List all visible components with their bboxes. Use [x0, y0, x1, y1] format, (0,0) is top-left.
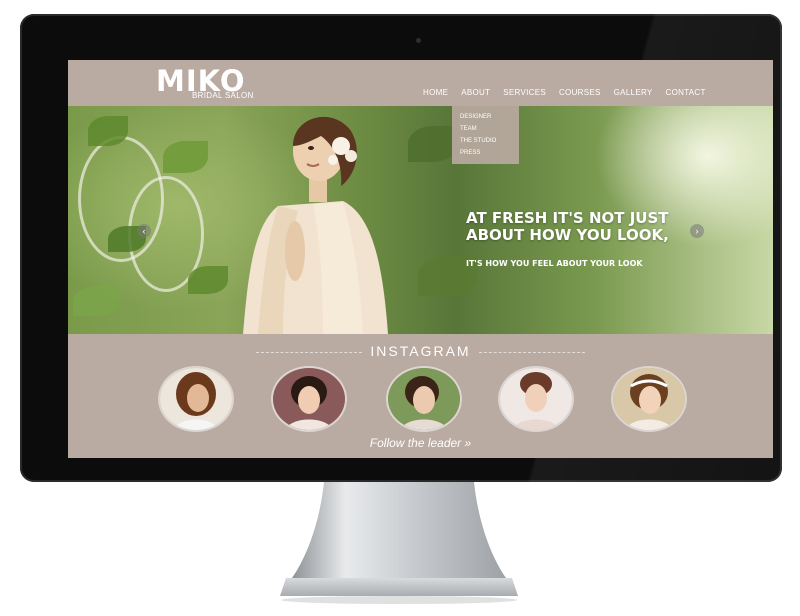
about-dropdown-menu: DESIGNER TEAM THE STUDIO PRESS — [452, 106, 519, 164]
portrait-image — [500, 368, 572, 430]
webcam-icon — [416, 38, 421, 43]
follow-the-leader-link[interactable]: Follow the leader » — [68, 436, 773, 450]
divider-line-right — [479, 352, 585, 353]
nav-item-courses[interactable]: COURSES — [559, 88, 601, 97]
hero-headline-line1: AT FRESH IT'S NOT JUST — [466, 209, 669, 227]
website-screen: MIKO BRIDAL SALON HOME ABOUT SERVICES CO… — [68, 60, 773, 458]
chevron-left-icon: ‹ — [142, 226, 146, 236]
leaf-decoration — [88, 116, 128, 146]
slider-next-button[interactable]: › — [690, 224, 704, 238]
hero-slider: DESIGNER TEAM THE STUDIO PRESS AT FRESH … — [68, 106, 773, 334]
instagram-photo-2[interactable] — [271, 366, 347, 432]
monitor-bezel: MIKO BRIDAL SALON HOME ABOUT SERVICES CO… — [20, 14, 782, 482]
nav-item-services[interactable]: SERVICES — [503, 88, 546, 97]
nav-item-gallery[interactable]: GALLERY — [614, 88, 653, 97]
dropdown-item-team[interactable]: TEAM — [452, 123, 519, 135]
dropdown-item-press[interactable]: PRESS — [452, 147, 519, 159]
hero-subheadline: IT'S HOW YOU FEEL ABOUT YOUR LOOK — [466, 259, 643, 268]
site-tagline: BRIDAL SALON — [192, 91, 254, 100]
portrait-image — [388, 368, 460, 430]
instagram-photo-3[interactable] — [386, 366, 462, 432]
portrait-image — [273, 368, 345, 430]
leaf-decoration — [73, 286, 119, 316]
dropdown-item-the-studio[interactable]: THE STUDIO — [452, 135, 519, 147]
main-nav: HOME ABOUT SERVICES COURSES GALLERY CONT… — [423, 88, 719, 97]
chevron-right-icon: › — [695, 226, 699, 236]
hero-headline-line2: ABOUT HOW YOU LOOK, — [466, 226, 669, 244]
instagram-photo-5[interactable] — [611, 366, 687, 432]
leaf-decoration — [408, 126, 458, 162]
portrait-image — [160, 368, 232, 430]
nav-item-about[interactable]: ABOUT — [461, 88, 490, 97]
portrait-image — [613, 368, 685, 430]
leaf-decoration — [163, 141, 208, 173]
slider-prev-button[interactable]: ‹ — [137, 224, 151, 238]
bride-photo — [243, 116, 388, 334]
leaf-decoration — [188, 266, 228, 294]
nav-item-contact[interactable]: CONTACT — [666, 88, 706, 97]
nav-item-home[interactable]: HOME — [423, 88, 448, 97]
instagram-photo-4[interactable] — [498, 366, 574, 432]
site-header: MIKO BRIDAL SALON HOME ABOUT SERVICES CO… — [68, 60, 773, 106]
hero-headline: AT FRESH IT'S NOT JUST ABOUT HOW YOU LOO… — [466, 210, 669, 244]
dropdown-item-designer[interactable]: DESIGNER — [452, 111, 519, 123]
instagram-photo-1[interactable] — [158, 366, 234, 432]
instagram-heading: INSTAGRAM — [370, 343, 471, 359]
